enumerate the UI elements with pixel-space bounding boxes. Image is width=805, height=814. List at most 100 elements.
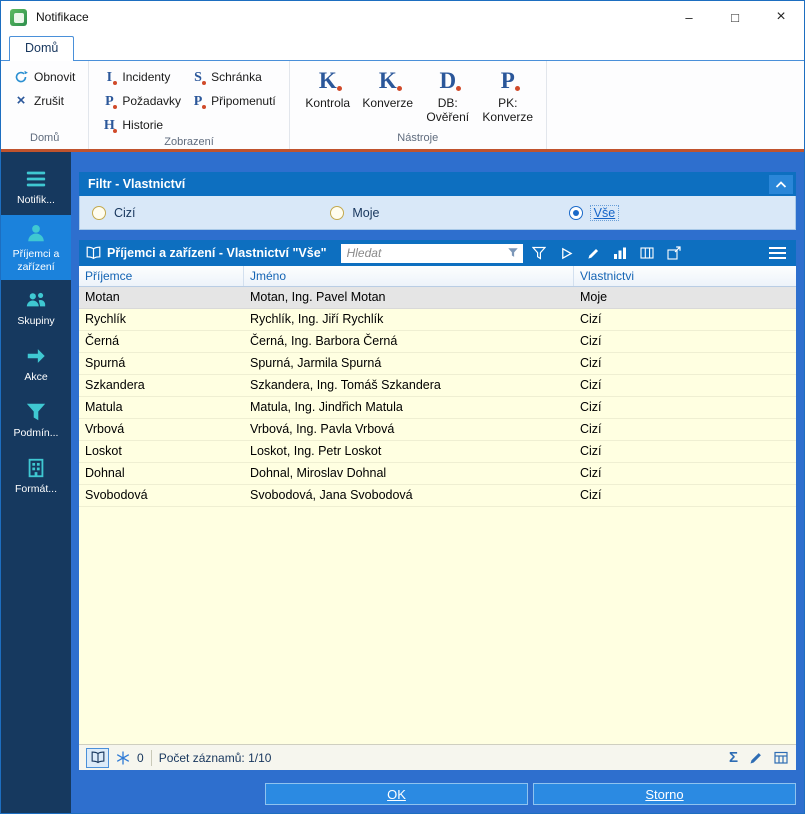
sidebar-item-prijemci-a-zarizeni[interactable]: Příjemci a zařízení: [1, 215, 71, 281]
cell-prijemce: Loskot: [85, 444, 122, 458]
record-count-label: Počet záznamů: 1/10: [158, 750, 272, 765]
grid-settings-button[interactable]: [774, 751, 789, 765]
maximize-button[interactable]: □: [712, 1, 758, 33]
sidebar-item-podminky[interactable]: Podmín...: [1, 392, 71, 448]
pencil-icon: [587, 248, 598, 259]
cancel-button[interactable]: × Zrušit: [9, 90, 80, 112]
minimize-button[interactable]: –: [666, 1, 712, 33]
cell-prijemce: Černá: [85, 334, 120, 348]
cell-jmeno: Motan, Ing. Pavel Motan: [250, 290, 386, 304]
edit-filter-button[interactable]: [583, 244, 604, 263]
table-row[interactable]: Černá Černá, Ing. Barbora Černá Cizí: [79, 331, 796, 353]
ribbon-group-domu: Obnovit × Zrušit Domů: [1, 61, 90, 149]
pozadavky-button[interactable]: P Požadavky: [97, 90, 186, 112]
play-icon: [561, 247, 573, 259]
cell-prijemce: Motan: [85, 290, 120, 304]
sidebar-item-label: Notifik...: [17, 193, 55, 206]
konverze-icon: K: [378, 68, 402, 93]
run-filter-button[interactable]: [556, 244, 577, 263]
schranka-label: Schránka: [211, 70, 262, 84]
kontrola-button[interactable]: K Kontrola: [298, 66, 358, 132]
table-body: Motan Motan, Ing. Pavel Motan Moje Rychl…: [79, 287, 796, 744]
column-header-vlastnictvi[interactable]: Vlastnictvi: [574, 266, 796, 286]
table-row[interactable]: Motan Motan, Ing. Pavel Motan Moje: [79, 287, 796, 309]
pripomenuti-icon: P: [191, 94, 207, 109]
pk-konverze-label: PK: Konverze: [482, 96, 534, 124]
cell-jmeno: Spurná, Jarmila Spurná: [250, 356, 382, 370]
search-filter-icon[interactable]: [507, 247, 519, 259]
table-row[interactable]: Dohnal Dohnal, Miroslav Dohnal Cizí: [79, 463, 796, 485]
radio-label: Moje: [352, 205, 380, 220]
main-area: Notifik... Příjemci a zařízení Skupiny A…: [1, 152, 804, 813]
radio-cizi[interactable]: Cizí: [80, 205, 318, 220]
cell-prijemce: Matula: [85, 400, 123, 414]
table-row[interactable]: Matula Matula, Ing. Jindřich Matula Cizí: [79, 397, 796, 419]
pk-konverze-button[interactable]: P PK: Konverze: [478, 66, 538, 132]
cell-prijemce: Szkandera: [85, 378, 145, 392]
menu-icon: [768, 247, 786, 249]
close-button[interactable]: ×: [758, 1, 804, 33]
tab-domu[interactable]: Domů: [9, 36, 75, 61]
radio-circle-icon: [568, 205, 583, 220]
table-row[interactable]: Szkandera Szkandera, Ing. Tomáš Szkander…: [79, 375, 796, 397]
content-area: Filtr - Vlastnictví Cizí Moje Vše Příjem…: [71, 152, 804, 813]
radio-circle-icon: [330, 205, 345, 220]
sidebar-item-notifikace[interactable]: Notifik...: [1, 159, 71, 215]
table-row[interactable]: Svobodová Svobodová, Jana Svobodová Cizí: [79, 485, 796, 507]
column-header-prijemce[interactable]: Příjemce: [79, 266, 244, 286]
storno-button[interactable]: Storno: [533, 783, 796, 805]
radio-vse[interactable]: Vše: [557, 204, 795, 221]
search-input[interactable]: [346, 246, 507, 260]
sidebar-item-label: Příjemci a zařízení: [12, 248, 60, 273]
incidenty-label: Incidenty: [122, 70, 171, 84]
cancel-label: Zrušit: [34, 94, 64, 108]
sidebar-item-label: Skupiny: [17, 314, 55, 327]
refresh-label: Obnovit: [34, 70, 76, 84]
column-header-jmeno[interactable]: Jméno: [244, 266, 574, 286]
cell-prijemce: Svobodová: [85, 488, 148, 502]
cell-prijemce: Dohnal: [85, 466, 125, 480]
db-overeni-button[interactable]: D DB: Ověření: [418, 66, 478, 132]
cell-jmeno: Rychlík, Ing. Jiří Rychlík: [250, 312, 384, 326]
ok-button[interactable]: OK: [265, 783, 528, 805]
sidebar-item-akce[interactable]: Akce: [1, 336, 71, 392]
table-row[interactable]: Vrbová Vrbová, Ing. Pavla Vrbová Cizí: [79, 419, 796, 441]
pozadavky-label: Požadavky: [122, 94, 182, 108]
panel-menu-button[interactable]: [763, 244, 791, 263]
sidebar-item-skupiny[interactable]: Skupiny: [1, 280, 71, 336]
cell-jmeno: Vrbová, Ing. Pavla Vrbová: [250, 422, 395, 436]
schranka-button[interactable]: S Schránka: [186, 66, 281, 88]
pripomenuti-label: Připomenutí: [211, 94, 276, 108]
refresh-button[interactable]: Obnovit: [9, 66, 80, 88]
sidebar-item-format[interactable]: Formát...: [1, 448, 71, 504]
ribbon-group-label: Nástroje: [397, 132, 439, 144]
pripomenuti-button[interactable]: P Připomenutí: [186, 90, 281, 112]
konverze-button[interactable]: K Konverze: [358, 66, 418, 132]
cell-vlastnictvi: Cizí: [580, 312, 602, 326]
ribbon-group-label: Domů: [30, 132, 60, 144]
chart-button[interactable]: [610, 244, 631, 263]
incidenty-button[interactable]: I Incidenty: [97, 66, 186, 88]
historie-button[interactable]: H Historie: [97, 114, 186, 136]
kontrola-icon: K: [318, 68, 342, 93]
bar-chart-icon: [614, 247, 627, 259]
book-view-toggle[interactable]: [86, 747, 109, 768]
cell-vlastnictvi: Cizí: [580, 466, 602, 480]
edit-pencil-button[interactable]: [749, 751, 763, 765]
table-status-bar: 0 Počet záznamů: 1/10 Σ: [79, 744, 796, 770]
table-row[interactable]: Loskot Loskot, Ing. Petr Loskot Cizí: [79, 441, 796, 463]
export-button[interactable]: [664, 244, 685, 263]
cell-vlastnictvi: Cizí: [580, 422, 602, 436]
ribbon-tabstrip: Domů: [1, 33, 804, 61]
table-row[interactable]: Spurná Spurná, Jarmila Spurná Cizí: [79, 353, 796, 375]
table-panel-header: Příjemci a zařízení - Vlastnictví "Vše": [79, 240, 796, 266]
group-icon: [26, 292, 46, 307]
filter-button[interactable]: [529, 244, 550, 263]
collapse-panel-button[interactable]: [769, 174, 793, 194]
columns-icon: [640, 247, 654, 259]
radio-moje[interactable]: Moje: [318, 205, 556, 220]
sum-button[interactable]: Σ: [729, 749, 738, 766]
table-row[interactable]: Rychlík Rychlík, Ing. Jiří Rychlík Cizí: [79, 309, 796, 331]
columns-button[interactable]: [637, 244, 658, 263]
window-title: Notifikace: [36, 10, 89, 24]
